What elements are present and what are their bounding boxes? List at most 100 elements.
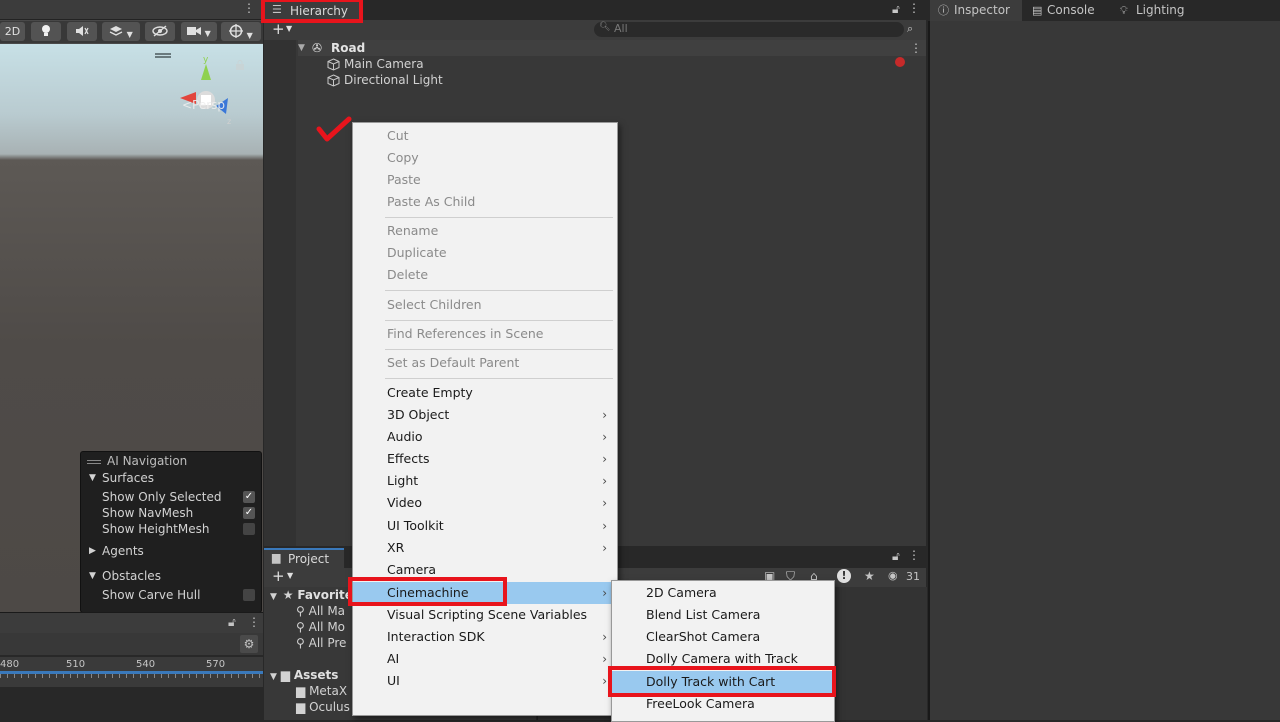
camera-icon (187, 27, 202, 35)
menu-item-ui[interactable]: UI › (353, 670, 617, 692)
gizmos-dropdown-button[interactable]: ▼ (221, 22, 261, 41)
submenu-item-2d-camera[interactable]: 2D Camera (612, 582, 834, 604)
submenu-item-clearshot-camera[interactable]: ClearShot Camera (612, 626, 834, 648)
lock-icon[interactable]: 🔓︎ (228, 615, 236, 630)
chevron-down-icon[interactable]: ▼ (287, 571, 293, 580)
show-carve-hull-checkbox[interactable] (243, 589, 255, 601)
menu-item-delete[interactable]: Delete (353, 264, 617, 286)
show-carve-hull-row: Show Carve Hull (81, 587, 261, 603)
lock-icon[interactable] (236, 60, 244, 70)
surfaces-foldout[interactable]: ▼ Surfaces (81, 470, 261, 486)
menu-item-audio[interactable]: Audio › (353, 426, 617, 448)
asset-folder-label: MetaX (309, 684, 348, 698)
menu-item-select-children[interactable]: Select Children (353, 294, 617, 316)
menu-item-label: Audio (387, 429, 423, 444)
asset-folder[interactable]: ▆ Oculus (296, 699, 350, 715)
menu-item-video[interactable]: Video › (353, 492, 617, 514)
menu-item-label: Find References in Scene (387, 326, 544, 341)
more-options-icon[interactable]: ⋮ (910, 40, 922, 56)
more-options-icon[interactable]: ⋮ (908, 548, 920, 562)
2d-toggle-button[interactable]: 2D (0, 22, 25, 41)
tab-console[interactable]: ▤ Console (1028, 0, 1108, 21)
menu-item-light[interactable]: Light › (353, 470, 617, 492)
show-only-selected-checkbox[interactable]: ✓ (243, 491, 255, 503)
show-navmesh-checkbox[interactable]: ✓ (243, 507, 255, 519)
menu-item-find-references[interactable]: Find References in Scene (353, 323, 617, 345)
menu-separator (385, 217, 613, 218)
menu-item-paste[interactable]: Paste (353, 169, 617, 191)
ai-navigation-title: AI Navigation (107, 454, 188, 468)
submenu-item-blend-list-camera[interactable]: Blend List Camera (612, 604, 834, 626)
menu-item-cut[interactable]: Cut (353, 125, 617, 147)
more-options-icon[interactable]: ⋮ (248, 615, 260, 629)
hierarchy-item-directional-light[interactable]: Directional Light (298, 72, 926, 88)
gear-icon[interactable]: ⚙ (240, 635, 258, 653)
audio-mute-icon (76, 26, 89, 36)
scene-row-road[interactable]: ▼ ✇ Road ⋮ (298, 40, 926, 56)
chevron-down-icon[interactable]: ▼ (286, 24, 292, 33)
favorite-item[interactable]: ⚲ All Mo (296, 619, 345, 635)
annotation-box-hierarchy-tab (261, 0, 363, 23)
perspective-label[interactable]: <Persp (182, 98, 225, 112)
menu-item-duplicate[interactable]: Duplicate (353, 242, 617, 264)
surfaces-label: Surfaces (102, 471, 154, 485)
menu-item-xr[interactable]: XR › (353, 537, 617, 559)
lighting-toggle-button[interactable] (31, 22, 61, 41)
menu-item-label: Rename (387, 223, 439, 238)
hierarchy-item-main-camera[interactable]: Main Camera (298, 56, 926, 72)
orientation-gizmo[interactable]: y z (172, 54, 242, 132)
folder-icon: ▆ (280, 668, 290, 682)
assets-foldout[interactable]: ▼ ▆ Assets (270, 667, 338, 683)
submenu-item-label: Blend List Camera (646, 607, 761, 622)
drag-handle-icon[interactable] (87, 460, 101, 461)
show-heightmesh-checkbox[interactable] (243, 523, 255, 535)
chevron-down-icon: ▼ (126, 30, 133, 39)
favorite-star-icon: ★ (282, 588, 294, 602)
add-icon[interactable]: + (272, 567, 285, 585)
camera-settings-button[interactable]: ▼ (181, 22, 217, 41)
hidden-packages-icon[interactable]: ◉ (888, 569, 898, 582)
drag-handle-icon[interactable] (155, 53, 171, 55)
obstacles-foldout[interactable]: ▼ Obstacles (81, 568, 261, 584)
favorites-foldout[interactable]: ▼ ★ Favorite (270, 587, 353, 603)
menu-item-paste-as-child[interactable]: Paste As Child (353, 191, 617, 213)
scene-visibility-button[interactable] (145, 22, 175, 41)
annotation-checkmark-icon (316, 116, 352, 142)
timeline-ruler[interactable]: 480 510 540 570 (0, 657, 263, 687)
menu-item-effects[interactable]: Effects › (353, 448, 617, 470)
favorite-item[interactable]: ⚲ All Pre (296, 635, 346, 651)
favorite-item[interactable]: ⚲ All Ma (296, 603, 345, 619)
ai-navigation-header[interactable]: AI Navigation (81, 453, 261, 469)
hierarchy-search-input[interactable]: 🔍︎ All (594, 22, 904, 37)
menu-item-visual-scripting-scene-variables[interactable]: Visual Scripting Scene Variables (353, 604, 617, 626)
timeline-header: 🔓︎ ⋮ (0, 613, 263, 633)
tab-inspector[interactable]: ⓘ Inspector (930, 0, 1022, 21)
asset-folder[interactable]: ▆ MetaX (296, 683, 347, 699)
audio-toggle-button[interactable] (67, 22, 97, 41)
tab-lighting[interactable]: 💡︎ Lighting (1118, 0, 1198, 21)
hierarchy-context-menu: Cut Copy Paste Paste As Child Rename Dup… (352, 122, 618, 716)
search-options-icon[interactable]: ⌕ (907, 22, 913, 36)
menu-item-create-empty[interactable]: Create Empty (353, 382, 617, 404)
menu-item-copy[interactable]: Copy (353, 147, 617, 169)
menu-item-ai[interactable]: AI › (353, 648, 617, 670)
menu-item-ui-toolkit[interactable]: UI Toolkit › (353, 515, 617, 537)
menu-item-label: Effects (387, 451, 430, 466)
lock-icon[interactable]: 🔓︎ (892, 2, 900, 17)
warning-icon[interactable]: ! (837, 569, 851, 583)
annotation-box-dolly-track-with-cart (608, 666, 836, 697)
menu-item-set-default-parent[interactable]: Set as Default Parent (353, 352, 617, 374)
favorite-star-icon[interactable]: ★ (864, 569, 875, 583)
agents-foldout[interactable]: ▶ Agents (81, 543, 261, 559)
lock-icon[interactable]: 🔓︎ (892, 549, 900, 564)
ruler-tick-label: 510 (66, 659, 86, 670)
chevron-right-icon: › (602, 430, 607, 444)
caret-down-icon[interactable]: ▼ (298, 40, 305, 56)
more-options-icon[interactable]: ⋮ (908, 1, 920, 15)
menu-item-3d-object[interactable]: 3D Object › (353, 404, 617, 426)
more-options-icon[interactable]: ⋮ (243, 1, 255, 15)
menu-item-rename[interactable]: Rename (353, 220, 617, 242)
chevron-right-icon: › (602, 496, 607, 510)
menu-item-interaction-sdk[interactable]: Interaction SDK › (353, 626, 617, 648)
effects-dropdown-button[interactable]: ▼ (102, 22, 140, 41)
